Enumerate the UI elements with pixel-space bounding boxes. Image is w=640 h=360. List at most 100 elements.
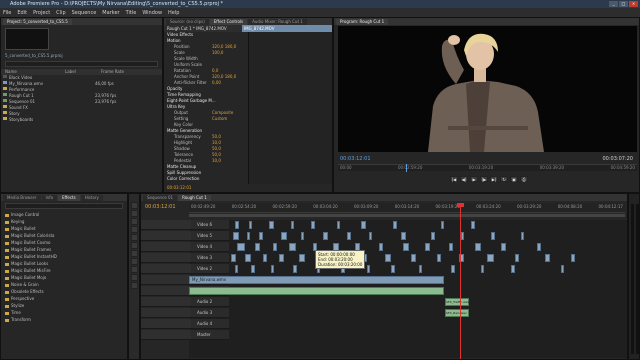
video-clip[interactable] xyxy=(571,254,575,262)
rolling-edit-tool-icon[interactable] xyxy=(131,226,138,233)
video-clip[interactable] xyxy=(437,254,441,262)
audio-track-label[interactable]: Audio 4 xyxy=(191,319,229,329)
list-item[interactable]: Perspective xyxy=(1,295,127,302)
effects-search[interactable] xyxy=(5,203,123,209)
list-item[interactable]: Obsolete Effects xyxy=(1,288,127,295)
video-clip[interactable] xyxy=(311,221,315,229)
video-clip[interactable] xyxy=(337,221,340,229)
video-clip[interactable] xyxy=(471,221,475,229)
video-clip[interactable] xyxy=(511,265,515,273)
tab-sequence-01[interactable]: Sequence 01 xyxy=(143,195,178,201)
video-clip[interactable] xyxy=(299,254,305,262)
track-header-controls[interactable] xyxy=(141,253,191,263)
razor-tool-icon[interactable] xyxy=(131,242,138,249)
video-clip[interactable] xyxy=(561,265,564,273)
video-clip[interactable] xyxy=(301,232,304,240)
video-clip[interactable] xyxy=(369,232,372,240)
video-clip[interactable] xyxy=(231,254,236,262)
video-clip[interactable] xyxy=(279,254,284,262)
menu-project[interactable]: Project xyxy=(33,10,50,16)
video-track-label[interactable]: Video 6 xyxy=(191,220,229,230)
video-clip[interactable] xyxy=(403,243,409,251)
video-clip[interactable] xyxy=(501,243,506,251)
tab-rough-cut-1[interactable]: Rough Cut 1 xyxy=(178,195,211,201)
list-item[interactable]: Magic Bullet Mojo xyxy=(1,274,127,281)
menu-window[interactable]: Window xyxy=(142,10,162,16)
video-clip[interactable] xyxy=(391,265,395,273)
loop-button[interactable]: ↻ xyxy=(500,176,508,182)
go-to-in-button[interactable]: |◀ xyxy=(450,176,458,182)
video-clip[interactable] xyxy=(361,221,366,229)
track-header-controls[interactable] xyxy=(141,330,191,340)
video-clip[interactable] xyxy=(281,232,287,240)
video-clip[interactable] xyxy=(515,254,519,262)
menu-title[interactable]: Title xyxy=(126,10,137,16)
video-clip[interactable] xyxy=(237,243,245,251)
ec-timecode[interactable]: 00:03:12:01 xyxy=(167,185,191,190)
tab-program[interactable]: Program: Rough Cut 1 xyxy=(336,19,389,25)
video-clip[interactable] xyxy=(393,221,397,229)
audio-clip[interactable]: SFX_Rain.wav xyxy=(445,309,469,317)
safe-margins-button[interactable]: ▣ xyxy=(510,176,518,182)
video-clip[interactable] xyxy=(491,232,495,240)
step-back-button[interactable]: ◀| xyxy=(460,176,468,182)
effect-param-row[interactable]: Color Correction xyxy=(164,176,248,182)
video-clip[interactable] xyxy=(269,221,274,229)
ripple-edit-tool-icon[interactable] xyxy=(131,218,138,225)
video-clip[interactable] xyxy=(263,254,267,262)
audio-clip[interactable] xyxy=(189,287,444,295)
video-clip[interactable] xyxy=(449,243,453,251)
video-clip[interactable] xyxy=(481,265,484,273)
hand-tool-icon[interactable] xyxy=(131,274,138,281)
play-button[interactable]: ▶ xyxy=(470,176,478,182)
video-clip[interactable] xyxy=(441,221,444,229)
menu-sequence[interactable]: Sequence xyxy=(72,10,97,16)
program-timecode-left[interactable]: 00:03:12:01 xyxy=(340,156,371,162)
tab-info[interactable]: Info xyxy=(41,195,58,201)
video-clip[interactable] xyxy=(475,243,481,251)
maximize-button[interactable]: □ xyxy=(619,1,628,7)
timeline-ruler[interactable]: 00:02:49:20 00:02:54:20 00:02:59:20 00:0… xyxy=(189,203,625,213)
zoom-tool-icon[interactable] xyxy=(131,282,138,289)
selection-tool-icon[interactable] xyxy=(131,202,138,209)
slide-tool-icon[interactable] xyxy=(131,258,138,265)
video-clip[interactable] xyxy=(451,265,455,273)
video-clip[interactable] xyxy=(521,232,524,240)
ec-clip-bar[interactable]: IMG_8742.MOV xyxy=(242,25,332,32)
video-clip[interactable] xyxy=(293,265,297,273)
video-clip[interactable] xyxy=(245,254,251,262)
list-item[interactable]: Image Control xyxy=(1,211,127,218)
program-ruler[interactable]: 00:00 00:02:59:20 00:03:19:20 00:03:39:2… xyxy=(338,164,637,171)
menu-marker[interactable]: Marker xyxy=(102,10,119,16)
video-clip[interactable] xyxy=(425,243,430,251)
menu-help[interactable]: Help xyxy=(168,10,179,16)
list-item[interactable]: Magic Bullet Frames xyxy=(1,246,127,253)
video-clip[interactable] xyxy=(247,232,250,240)
menu-clip[interactable]: Clip xyxy=(56,10,65,16)
video-clip[interactable] xyxy=(431,232,435,240)
step-forward-button[interactable]: |▶ xyxy=(480,176,488,182)
track-header-controls[interactable] xyxy=(141,231,191,241)
tab-media-browser[interactable]: Media Browser xyxy=(3,195,41,201)
video-clip[interactable] xyxy=(249,221,252,229)
track-header-controls[interactable] xyxy=(141,286,191,296)
track-header-controls[interactable] xyxy=(141,264,191,274)
video-clip[interactable] xyxy=(419,265,422,273)
tab-project[interactable]: Project: 5_converted_to_CS5.5 xyxy=(3,19,72,25)
program-playhead[interactable] xyxy=(406,164,407,172)
track-header-controls[interactable] xyxy=(141,275,191,285)
video-clip[interactable] xyxy=(411,254,416,262)
list-item[interactable]: Stylize xyxy=(1,302,127,309)
list-item[interactable]: Noise & Grain xyxy=(1,281,127,288)
video-clip[interactable] xyxy=(323,232,328,240)
video-clip[interactable] xyxy=(255,243,260,251)
timeline-timecode[interactable]: 00:03:12:01 xyxy=(145,204,176,210)
audio-track-label[interactable]: Audio 2 xyxy=(191,297,229,307)
video-track-label[interactable]: Video 3 xyxy=(191,253,229,263)
track-header-controls[interactable] xyxy=(141,242,191,252)
video-clip[interactable] xyxy=(233,232,239,240)
timeline-playhead[interactable] xyxy=(460,203,461,359)
close-button[interactable]: × xyxy=(629,1,638,7)
video-clip[interactable] xyxy=(271,265,274,273)
video-clip[interactable] xyxy=(259,232,263,240)
